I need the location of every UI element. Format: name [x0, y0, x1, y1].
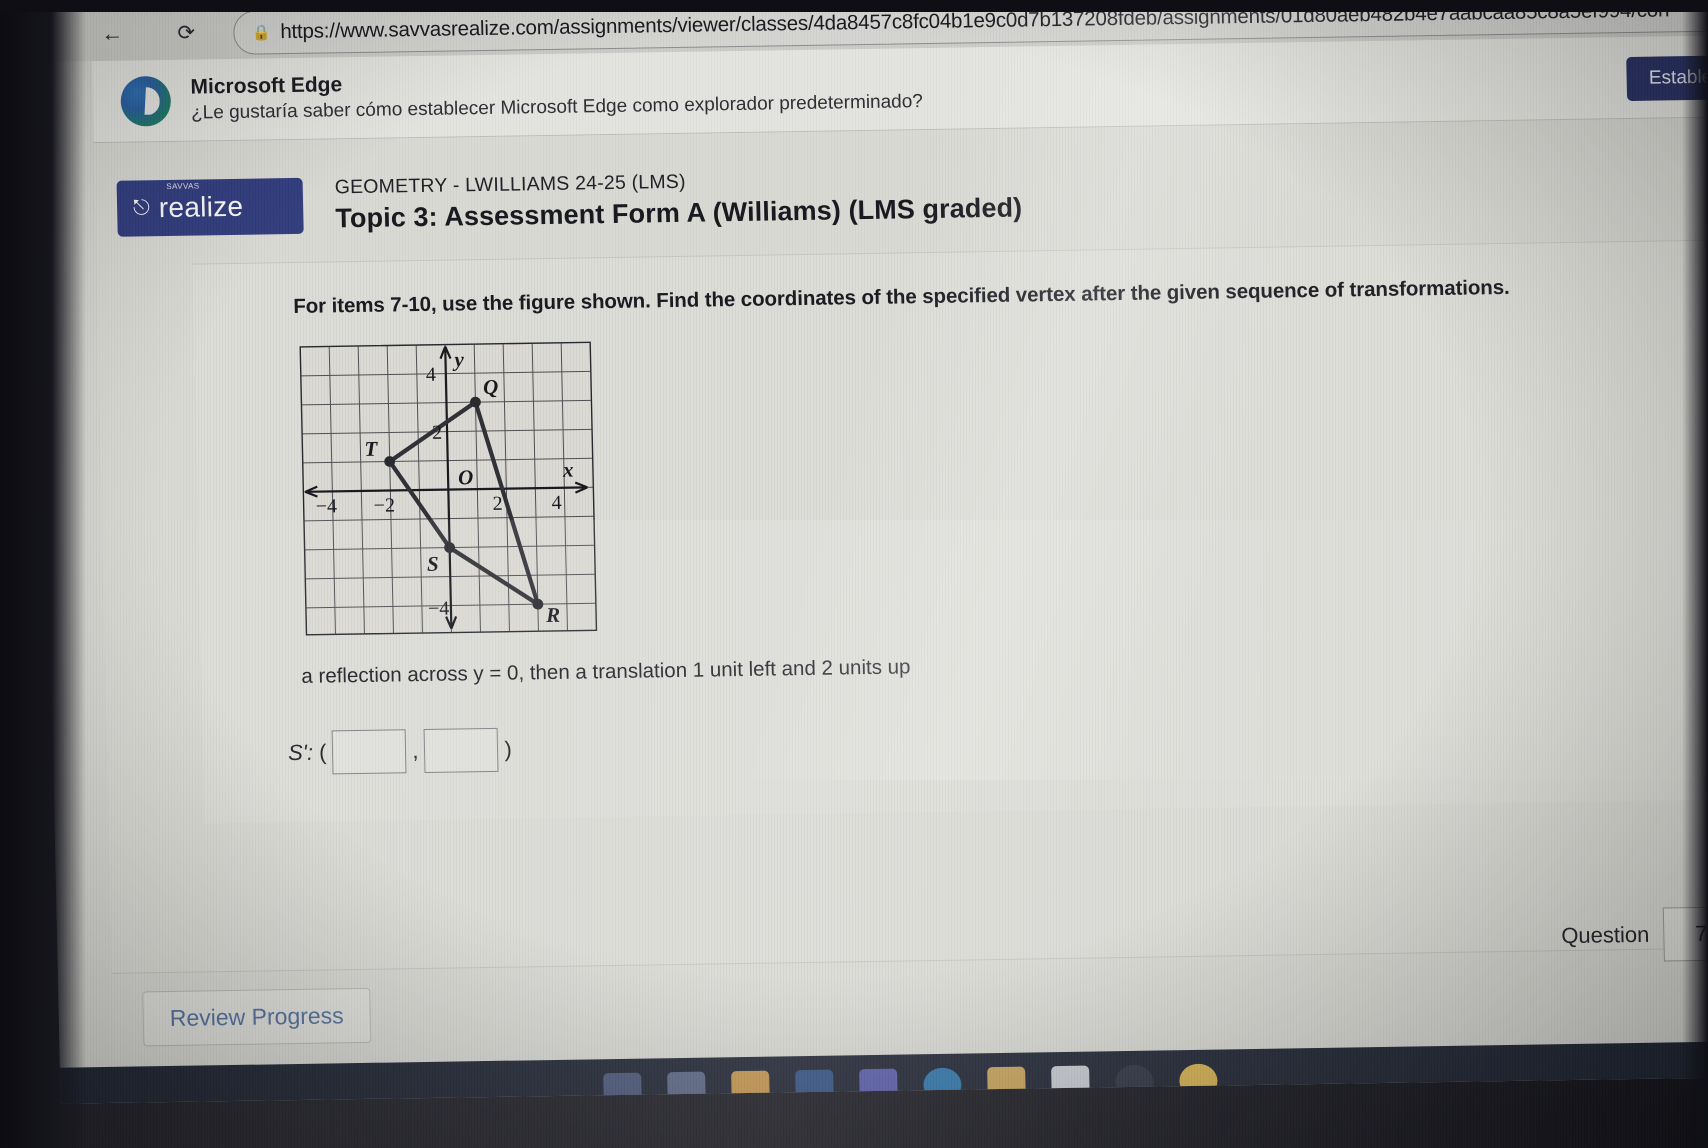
savvas-assignment-page: ⎋ SAVVAS realize GEOMETRY - LWILLIAMS 24…	[93, 117, 1708, 973]
x-tick--4: −4	[315, 495, 337, 517]
y-tick-2: 2	[432, 422, 442, 444]
reload-icon[interactable]: ⟳	[169, 15, 204, 50]
y-tick-4: 4	[426, 364, 436, 386]
realize-logo[interactable]: ⎋ SAVVAS realize	[116, 177, 304, 237]
realize-text: realize	[158, 190, 244, 224]
close-paren: )	[504, 736, 513, 762]
back-icon[interactable]: ←	[95, 17, 130, 52]
vertex-label-T: T	[364, 437, 379, 461]
question-instruction: For items 7-10, use the figure shown. Fi…	[293, 275, 1510, 318]
x-tick--2: −2	[373, 494, 395, 516]
comma: ,	[412, 738, 419, 764]
y-tick--4: −4	[428, 598, 450, 620]
question-label: Question	[1561, 921, 1650, 949]
vertex-label-Q: Q	[483, 375, 499, 399]
savvas-superscript: SAVVAS	[166, 181, 200, 191]
header-text-block: GEOMETRY - LWILLIAMS 24-25 (LMS) Topic 3…	[334, 166, 1022, 235]
transformation-description: a reflection across y = 0, then a transl…	[301, 655, 911, 688]
review-progress-button[interactable]: Review Progress	[142, 987, 372, 1047]
savvas-header: ⎋ SAVVAS realize GEOMETRY - LWILLIAMS 24…	[94, 135, 1708, 257]
edge-logo-icon	[120, 75, 172, 127]
external-link-icon: ⎋	[132, 196, 151, 220]
answer-y-input[interactable]	[424, 727, 499, 773]
prompt-text-block: Microsoft Edge ¿Le gustaría saber cómo e…	[190, 64, 923, 124]
screen-surface: Clever | Dashboard log in × C Clever | P…	[36, 0, 1708, 1104]
question-card: For items 7-10, use the figure shown. Fi…	[192, 239, 1708, 824]
vertex-label-R: R	[545, 603, 561, 627]
realize-wordmark: SAVVAS realize	[158, 181, 244, 224]
x-tick-2: 2	[492, 493, 502, 515]
figure-svg: Q T S R O x y −4 −2 2 4 4 2 −4	[299, 341, 598, 636]
answer-row: S': ( , )	[287, 727, 513, 776]
assignment-title: Topic 3: Assessment Form A (Williams) (L…	[335, 192, 1023, 234]
lock-icon: 🔒	[251, 24, 271, 42]
vertex-label-S: S	[427, 552, 439, 576]
photo-of-laptop-screen: Clever | Dashboard log in × C Clever | P…	[0, 0, 1708, 1148]
answer-x-input[interactable]	[331, 729, 407, 775]
x-axis-label: x	[562, 458, 574, 482]
question-number-input[interactable]: 7	[1662, 906, 1708, 962]
open-paren: (	[318, 739, 327, 765]
coordinate-figure: Q T S R O x y −4 −2 2 4 4 2 −4	[294, 336, 603, 641]
answer-label: S':	[287, 739, 314, 766]
url-text: https://www.savvasrealize.com/assignment…	[280, 0, 1670, 44]
browser-window: Clever | Dashboard log in × C Clever | P…	[36, 0, 1708, 1104]
set-default-button[interactable]: Establecer	[1626, 54, 1708, 102]
x-tick-4: 4	[551, 492, 561, 514]
question-navigator: Question 7	[1561, 906, 1708, 963]
origin-label: O	[458, 465, 474, 489]
